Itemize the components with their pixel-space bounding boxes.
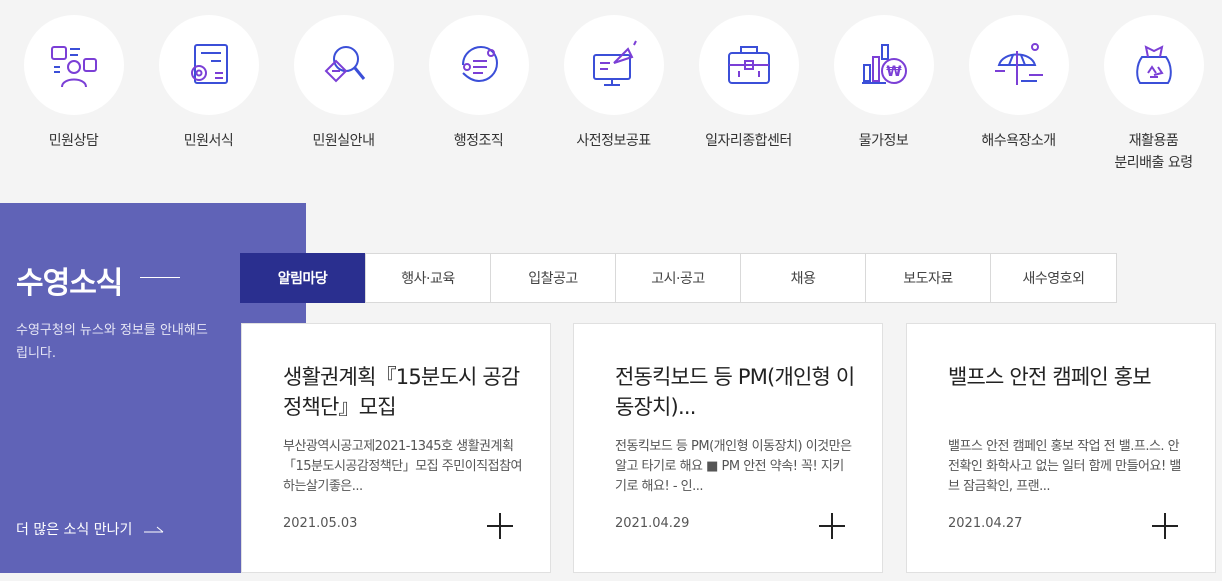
arrow-right-icon xyxy=(144,526,164,533)
quick-label: 민원상담 xyxy=(48,133,99,149)
plus-icon[interactable] xyxy=(819,513,845,539)
price-chart-won-icon: ₩ xyxy=(861,44,907,84)
quick-label: 민원실안내 xyxy=(312,133,375,149)
plus-icon[interactable] xyxy=(1152,513,1178,539)
organization-icon xyxy=(461,45,498,83)
form-settings-icon xyxy=(190,44,228,84)
briefcase-icon xyxy=(727,46,770,84)
card-summary: 전동킥보드 등 PM(개인형 이동장치) 이것만은 알고 타기로 해요 ■ PM… xyxy=(615,439,852,494)
quick-menu: 민원상담 민원서식 민원실안내 행정조직 사전정보공표 일자리종합센터 ₩ 물가… xyxy=(0,0,1222,190)
quick-label: 물가정보 xyxy=(858,133,909,149)
plus-icon[interactable] xyxy=(487,513,513,539)
card-summary: 밸프스 안전 캠페인 홍보 작업 전 밸.프.스. 안전확인 화학사고 없는 일… xyxy=(948,439,1181,494)
svg-text:₩: ₩ xyxy=(886,64,902,80)
news-description: 수영구청의 뉴스와 정보를 안내해드립니다. xyxy=(16,323,208,361)
quick-label: 민원서식 xyxy=(183,133,234,149)
card-date: 2021.04.27 xyxy=(948,516,1023,531)
card-date: 2021.04.29 xyxy=(615,516,690,531)
tab-recruitment[interactable]: 채용 xyxy=(741,254,866,302)
quick-circle xyxy=(698,15,799,115)
news-tabs: 알림마당 행사·교육 입찰공고 고시·공고 채용 보도자료 새수영호외 xyxy=(240,253,1117,303)
quick-item-price-info[interactable]: ₩ 물가정보 xyxy=(816,15,951,152)
beach-umbrella-icon xyxy=(994,43,1043,85)
quick-label: 행정조직 xyxy=(453,133,504,149)
consultation-icon xyxy=(50,46,97,88)
quick-item-pre-disclosure[interactable]: 사전정보공표 xyxy=(546,15,681,152)
quick-item-job-center[interactable]: 일자리종합센터 xyxy=(681,15,816,152)
quick-circle xyxy=(23,15,124,115)
quick-circle xyxy=(563,15,664,115)
card-date: 2021.05.03 xyxy=(283,516,358,531)
tab-extra-edition[interactable]: 새수영호외 xyxy=(991,254,1116,302)
news-card[interactable]: 전동킥보드 등 PM(개인형 이동장치)... 전동킥보드 등 PM(개인형 이… xyxy=(573,323,883,573)
quick-item-office-guide[interactable]: 민원실안내 xyxy=(276,15,411,152)
tab-notice[interactable]: 알림마당 xyxy=(240,253,366,303)
quick-circle xyxy=(293,15,394,115)
quick-item-forms[interactable]: 민원서식 xyxy=(141,15,276,152)
quick-label: 일자리종합센터 xyxy=(705,133,792,149)
quick-circle xyxy=(428,15,529,115)
news-card[interactable]: 밸프스 안전 캠페인 홍보 밸프스 안전 캠페인 홍보 작업 전 밸.프.스. … xyxy=(906,323,1216,573)
quick-item-organization[interactable]: 행정조직 xyxy=(411,15,546,152)
quick-label: 재활용품 분리배출 요령 xyxy=(1114,133,1193,171)
quick-label: 사전정보공표 xyxy=(576,133,651,149)
title-divider xyxy=(140,277,180,278)
card-title: 생활권계획『15분도시 공감정책단』모집 xyxy=(283,365,520,419)
quick-item-recycling[interactable]: 재활용품 분리배출 요령 xyxy=(1086,15,1221,174)
announcement-monitor-icon xyxy=(592,40,637,86)
card-title: 밸프스 안전 캠페인 홍보 xyxy=(948,365,1152,389)
card-title: 전동킥보드 등 PM(개인형 이동장치)... xyxy=(615,365,855,419)
more-news-label: 더 많은 소식 만나기 xyxy=(16,522,133,538)
quick-label: 해수욕장소개 xyxy=(981,133,1056,149)
quick-circle xyxy=(1103,15,1204,115)
tab-public-notice[interactable]: 고시·공고 xyxy=(616,254,741,302)
recycling-bag-icon xyxy=(1135,45,1172,84)
tab-bid-notice[interactable]: 입찰공고 xyxy=(491,254,616,302)
more-news-link[interactable]: 더 많은 소식 만나기 xyxy=(16,519,164,539)
news-card[interactable]: 생활권계획『15분도시 공감정책단』모집 부산광역시공고제2021-1345호 … xyxy=(241,323,551,573)
quick-item-consultation[interactable]: 민원상담 xyxy=(6,15,141,152)
quick-item-beach[interactable]: 해수욕장소개 xyxy=(951,15,1086,152)
search-guide-icon xyxy=(324,46,365,83)
quick-circle: ₩ xyxy=(833,15,934,115)
card-summary: 부산광역시공고제2021-1345호 생활권계획「15분도시공감정책단」모집 주… xyxy=(283,439,523,494)
tab-press-release[interactable]: 보도자료 xyxy=(866,254,991,302)
quick-circle xyxy=(968,15,1069,115)
quick-circle xyxy=(158,15,259,115)
news-title: 수영소식 xyxy=(16,266,123,301)
tab-events-education[interactable]: 행사·교육 xyxy=(366,254,491,302)
